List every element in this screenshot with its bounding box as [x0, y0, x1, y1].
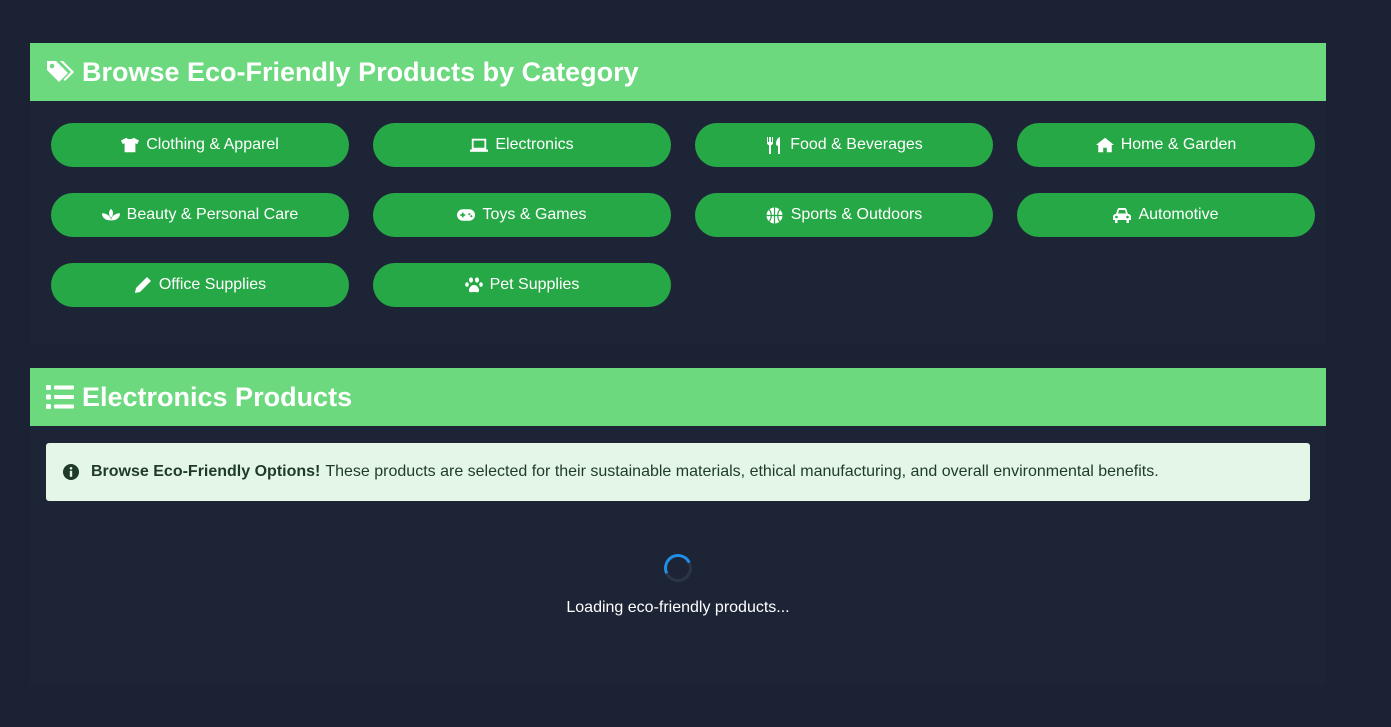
- category-button-sports[interactable]: Sports & Outdoors: [695, 193, 993, 237]
- category-label: Office Supplies: [158, 276, 267, 293]
- category-button-pets[interactable]: Pet Supplies: [373, 263, 671, 307]
- products-title: Electronics Products: [82, 381, 353, 412]
- tags-icon: [45, 57, 75, 87]
- basketball-icon: [766, 206, 784, 224]
- paw-icon: [464, 276, 483, 294]
- alert-text: These products are selected for their su…: [325, 463, 1159, 480]
- category-label: Electronics: [495, 136, 574, 153]
- loading-text: Loading eco-friendly products...: [566, 599, 790, 616]
- products-card: Electronics Products Browse Eco-Friendly…: [30, 368, 1326, 685]
- info-alert: Browse Eco-Friendly Options! These produ…: [46, 443, 1310, 501]
- category-button-home[interactable]: Home & Garden: [1017, 123, 1315, 167]
- laptop-icon: [470, 136, 489, 154]
- home-icon: [1095, 136, 1114, 154]
- categories-title: Browse Eco-Friendly Products by Category: [82, 56, 639, 87]
- category-label: Pet Supplies: [489, 276, 580, 293]
- gamepad-icon: [457, 206, 476, 224]
- category-label: Food & Beverages: [790, 136, 923, 153]
- products-header: Electronics Products: [30, 368, 1326, 426]
- category-label: Sports & Outdoors: [790, 206, 923, 223]
- car-icon: [1113, 206, 1132, 224]
- categories-header: Browse Eco-Friendly Products by Category: [30, 43, 1326, 101]
- utensils-icon: [765, 136, 783, 154]
- category-label: Clothing & Apparel: [146, 136, 279, 153]
- category-button-clothing[interactable]: Clothing & Apparel: [51, 123, 349, 167]
- loading-spinner: [660, 550, 696, 586]
- loading-indicator: Loading eco-friendly products...: [30, 550, 1326, 617]
- category-button-food[interactable]: Food & Beverages: [695, 123, 993, 167]
- alert-strong-text: Browse Eco-Friendly Options!: [91, 463, 321, 480]
- info-circle-icon: [63, 464, 79, 480]
- category-label: Toys & Games: [482, 206, 587, 223]
- category-label: Automotive: [1138, 206, 1219, 223]
- categories-card: Browse Eco-Friendly Products by Category…: [30, 43, 1326, 345]
- spa-icon: [101, 206, 120, 224]
- list-icon: [45, 382, 75, 412]
- category-button-office[interactable]: Office Supplies: [51, 263, 349, 307]
- category-grid: Clothing & Apparel Electronics Food & Be…: [51, 123, 1315, 307]
- category-label: Beauty & Personal Care: [126, 206, 299, 223]
- category-label: Home & Garden: [1120, 136, 1237, 153]
- category-button-automotive[interactable]: Automotive: [1017, 193, 1315, 237]
- pencil-icon: [134, 276, 152, 294]
- category-button-electronics[interactable]: Electronics: [373, 123, 671, 167]
- category-button-toys[interactable]: Toys & Games: [373, 193, 671, 237]
- category-button-beauty[interactable]: Beauty & Personal Care: [51, 193, 349, 237]
- tshirt-icon: [121, 136, 140, 154]
